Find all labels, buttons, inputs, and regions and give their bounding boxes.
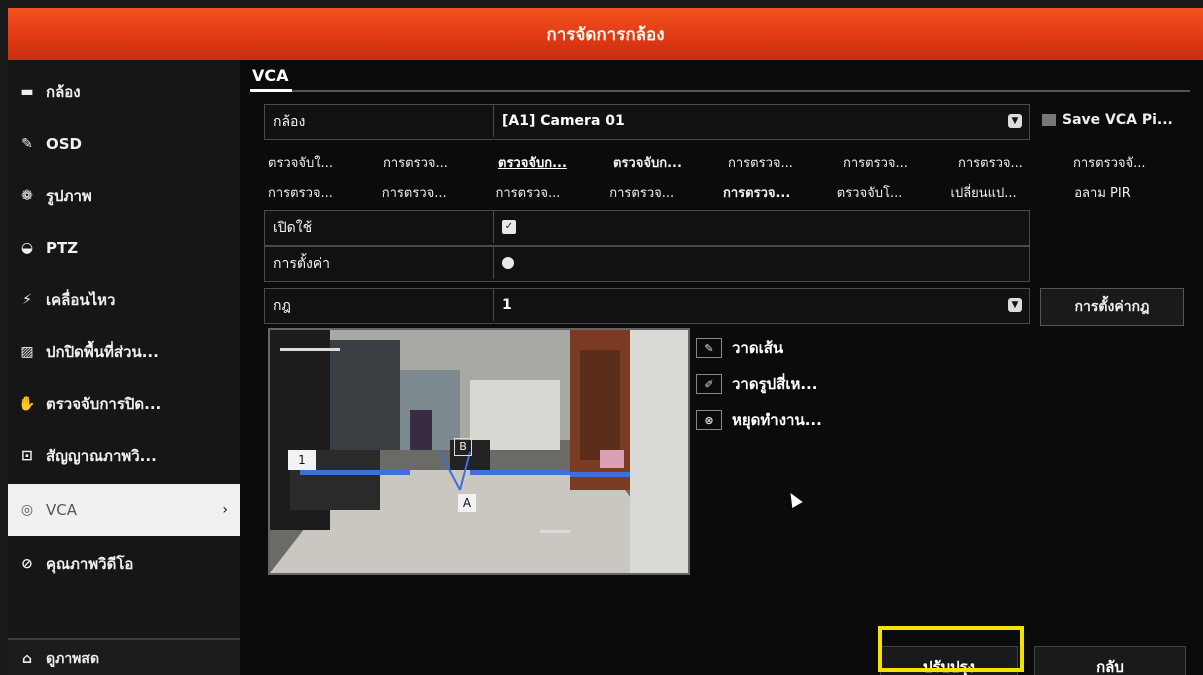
camera-select[interactable]: [A1] Camera 01 ▼ xyxy=(493,105,1028,137)
tool-label: วาดรูปสี่เห... xyxy=(732,375,818,393)
chevron-right-icon: › xyxy=(222,502,228,518)
detection-type-tabs-row2: การตรวจ... การตรวจ... การตรวจ... การตรวจ… xyxy=(268,182,1188,203)
pencil-icon: ✎ xyxy=(696,338,722,358)
video-loss-icon: ⊡ xyxy=(21,448,33,464)
detection-type-tab-selected[interactable]: ตรวจจับก... xyxy=(498,152,613,173)
detection-type-tab[interactable]: การตรวจ... xyxy=(383,152,498,173)
live-view-label: ดูภาพสด xyxy=(46,650,100,667)
edit-shape-icon: ✐ xyxy=(696,374,722,394)
stop-tool[interactable]: ⊗ หยุดทำงาน... xyxy=(696,408,822,432)
settings-label: การตั้งค่า xyxy=(273,256,331,272)
detection-type-tab[interactable]: การตรวจ... xyxy=(268,182,382,203)
sidebar-item-label: OSD xyxy=(46,135,83,153)
rule-settings-button[interactable]: การตั้งค่ากฎ xyxy=(1040,288,1184,326)
detection-type-tab[interactable]: การตรวจ... xyxy=(382,182,496,203)
draw-quadrilateral-tool[interactable]: ✐ วาดรูปสี่เห... xyxy=(696,372,817,396)
detection-type-tab[interactable]: ตรวจจับใ... xyxy=(268,152,383,173)
save-vca-label: Save VCA Pi... xyxy=(1062,112,1173,128)
sidebar-item-label: ปกปิดพื้นที่ส่วน... xyxy=(46,343,159,361)
home-icon: ⌂ xyxy=(21,650,33,667)
mouse-cursor-icon xyxy=(785,489,803,509)
rule-value: 1 xyxy=(502,297,512,313)
detection-type-tab[interactable]: ตรวจจับก... xyxy=(613,152,728,173)
sidebar-item-osd[interactable]: ✎ OSD xyxy=(8,118,240,170)
enable-label: เปิดใช้ xyxy=(273,220,313,236)
sidebar-item-image[interactable]: ❁ รูปภาพ xyxy=(8,170,240,222)
sidebar-item-motion[interactable]: ⚡ เคลื่อนไหว xyxy=(8,274,240,326)
sidebar-item-label: สัญญาณภาพวิ... xyxy=(46,447,157,465)
sidebar-item-tamper[interactable]: ✋ ตรวจจับการปิด... xyxy=(8,378,240,430)
camera-label: กล้อง xyxy=(273,114,306,130)
detection-type-tab[interactable]: การตรวจจั... xyxy=(1073,152,1188,173)
detection-type-tab[interactable]: เปลี่ยนแป... xyxy=(951,182,1065,203)
brush-icon: ✎ xyxy=(21,136,33,152)
vca-icon: ◎ xyxy=(20,502,34,518)
chevron-down-icon: ▼ xyxy=(1008,298,1022,312)
settings-cell xyxy=(493,247,1028,279)
main-panel: VCA กล้อง [A1] Camera 01 ▼ Save VCA Pi..… xyxy=(240,60,1203,675)
chevron-down-icon: ▼ xyxy=(1008,114,1022,128)
detection-type-tab[interactable]: ตรวจจับโ... xyxy=(837,182,951,203)
preview-marker-b: B xyxy=(454,438,472,456)
detection-type-tab[interactable]: การตรวจ... xyxy=(843,152,958,173)
dvr-window: การจัดการกล้อง ▬ กล้อง ✎ OSD ❁ รูปภาพ ◒ … xyxy=(8,8,1203,675)
enable-checkbox[interactable]: ✓ xyxy=(502,220,516,234)
preview-marker-1: 1 xyxy=(288,450,316,470)
ptz-icon: ◒ xyxy=(20,240,34,256)
sidebar-item-label: VCA xyxy=(46,501,77,519)
tab-divider xyxy=(250,90,1190,92)
rule-select-row: กฎ 1 ▼ xyxy=(264,288,1030,324)
rule-label: กฎ xyxy=(273,298,291,314)
sidebar-item-label: รูปภาพ xyxy=(46,187,92,205)
sidebar-item-label: กล้อง xyxy=(46,83,81,101)
tool-label: วาดเส้น xyxy=(732,339,784,357)
sidebar-item-ptz[interactable]: ◒ PTZ xyxy=(8,222,240,274)
preview-scene xyxy=(270,330,688,573)
sidebar-item-vca[interactable]: ◎ VCA › xyxy=(8,484,240,536)
detection-type-tab[interactable]: การตรวจ... xyxy=(728,152,843,173)
detection-type-tab[interactable]: การตรวจ... xyxy=(496,182,610,203)
sidebar-item-video-quality[interactable]: ⊘ คุณภาพวิดีโอ xyxy=(8,538,240,590)
live-view-button[interactable]: ⌂ ดูภาพสด xyxy=(8,638,240,675)
sidebar-item-camera[interactable]: ▬ กล้อง xyxy=(8,66,240,118)
sidebar-item-label: PTZ xyxy=(46,239,79,257)
tamper-icon: ✋ xyxy=(18,396,36,412)
camera-preview[interactable]: 1 A B xyxy=(268,328,690,575)
sidebar-item-privacy-mask[interactable]: ▨ ปกปิดพื้นที่ส่วน... xyxy=(8,326,240,378)
sidebar-item-label: เคลื่อนไหว xyxy=(46,291,116,309)
apply-button-highlight xyxy=(878,626,1024,672)
quality-icon: ⊘ xyxy=(21,556,33,572)
checkbox-icon xyxy=(1042,114,1056,126)
save-vca-picture-checkbox[interactable]: Save VCA Pi... xyxy=(1042,112,1173,128)
camera-icon: ▬ xyxy=(20,84,34,100)
camera-select-row: กล้อง [A1] Camera 01 ▼ xyxy=(264,104,1030,140)
enable-checkbox-cell: ✓ xyxy=(493,211,1028,243)
window-title: การจัดการกล้อง xyxy=(546,24,665,45)
draw-line-tool[interactable]: ✎ วาดเส้น xyxy=(696,336,783,360)
enable-row: เปิดใช้ ✓ xyxy=(264,210,1030,246)
mask-icon: ▨ xyxy=(20,344,34,360)
detection-type-tab[interactable]: อลาม PIR xyxy=(1064,182,1188,203)
palette-icon: ❁ xyxy=(21,188,33,204)
settings-row: การตั้งค่า xyxy=(264,246,1030,282)
clear-icon: ⊗ xyxy=(696,410,722,430)
sidebar: ▬ กล้อง ✎ OSD ❁ รูปภาพ ◒ PTZ ⚡ เคลื่อนไห… xyxy=(8,60,240,675)
sidebar-item-video-loss[interactable]: ⊡ สัญญาณภาพวิ... xyxy=(8,430,240,482)
back-button[interactable]: กลับ xyxy=(1034,646,1186,675)
rule-select[interactable]: 1 ▼ xyxy=(493,289,1028,321)
title-bar: การจัดการกล้อง xyxy=(8,8,1203,60)
tab-vca[interactable]: VCA xyxy=(252,66,289,85)
tool-label: หยุดทำงาน... xyxy=(732,411,822,429)
preview-marker-a: A xyxy=(458,494,476,512)
sidebar-item-label: ตรวจจับการปิด... xyxy=(46,395,162,413)
motion-icon: ⚡ xyxy=(22,292,32,308)
gear-icon[interactable] xyxy=(502,257,514,269)
detection-type-tab[interactable]: การตรวจ... xyxy=(609,182,723,203)
detection-type-tab[interactable]: การตรวจ... xyxy=(723,182,837,203)
sidebar-item-label: คุณภาพวิดีโอ xyxy=(46,555,134,573)
camera-value: [A1] Camera 01 xyxy=(502,113,625,129)
detection-type-tabs-row1: ตรวจจับใ... การตรวจ... ตรวจจับก... ตรวจจ… xyxy=(268,152,1188,173)
tab-underline xyxy=(250,89,292,92)
detection-type-tab[interactable]: การตรวจ... xyxy=(958,152,1073,173)
